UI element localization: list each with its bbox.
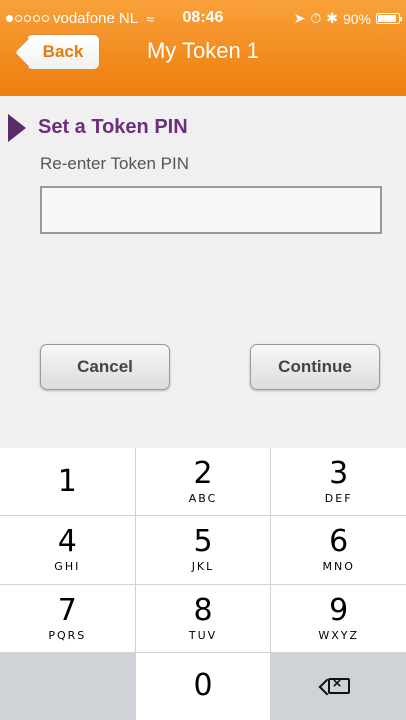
main-content: Set a Token PIN Re-enter Token PIN Cance… <box>0 96 406 448</box>
cancel-button[interactable]: Cancel <box>40 344 170 390</box>
key-digit: 6 <box>329 524 349 560</box>
key-empty <box>0 652 135 720</box>
numeric-keypad: 1 2 ABC 3 DEF 4 GHI 5 JKL 6 MNO 7 PQRS 8… <box>0 448 406 720</box>
status-bar: vodafone NL ≈ 08:46 ➤ ⏱ ✱ 90% <box>0 0 406 36</box>
key-6[interactable]: 6 MNO <box>271 516 406 584</box>
alarm-icon: ⏱ <box>310 10 322 26</box>
key-7[interactable]: 7 PQRS <box>0 584 135 652</box>
key-digit: 0 <box>193 668 213 704</box>
pin-field-label: Re-enter Token PIN <box>40 154 189 173</box>
key-digit: 8 <box>193 592 213 628</box>
key-digit: 1 <box>57 463 77 499</box>
bluetooth-icon: ✱ <box>326 10 338 26</box>
key-letters: ABC <box>188 492 218 506</box>
continue-button[interactable]: Continue <box>250 344 380 390</box>
backspace-icon <box>327 675 350 695</box>
key-2[interactable]: 2 ABC <box>135 448 271 516</box>
back-button-label: Back <box>42 42 84 61</box>
location-arrow-icon: ➤ <box>293 10 306 26</box>
key-letters: GHI <box>54 560 81 574</box>
key-letters: DEF <box>324 492 353 506</box>
key-letters: WXYZ <box>318 628 359 642</box>
battery-percent: 90% <box>342 10 371 27</box>
key-letters: TUV <box>188 628 218 642</box>
battery-fill <box>378 15 396 22</box>
key-backspace[interactable] <box>271 652 406 720</box>
key-letters: JKL <box>191 560 215 574</box>
key-digit: 5 <box>193 524 213 560</box>
key-digit: 3 <box>329 456 349 492</box>
key-8[interactable]: 8 TUV <box>135 584 271 652</box>
pin-input[interactable] <box>40 186 382 234</box>
key-digit: 4 <box>57 524 77 560</box>
key-letters: PQRS <box>48 628 87 642</box>
section-marker-icon <box>8 114 26 142</box>
battery-icon <box>376 13 402 24</box>
key-5[interactable]: 5 JKL <box>135 516 271 584</box>
status-right: ➤ ⏱ ✱ 90% <box>293 10 402 27</box>
header-bar: vodafone NL ≈ 08:46 ➤ ⏱ ✱ 90% Back My To… <box>0 0 406 96</box>
key-digit: 9 <box>329 592 349 628</box>
key-1[interactable]: 1 <box>0 448 135 516</box>
key-4[interactable]: 4 GHI <box>0 516 135 584</box>
key-0[interactable]: 0 <box>135 652 271 720</box>
section-title: Set a Token PIN <box>38 116 188 138</box>
key-9[interactable]: 9 WXYZ <box>271 584 406 652</box>
key-digit: 7 <box>57 592 77 628</box>
key-digit: 2 <box>193 456 213 492</box>
key-3[interactable]: 3 DEF <box>271 448 406 516</box>
key-letters: MNO <box>322 560 355 574</box>
